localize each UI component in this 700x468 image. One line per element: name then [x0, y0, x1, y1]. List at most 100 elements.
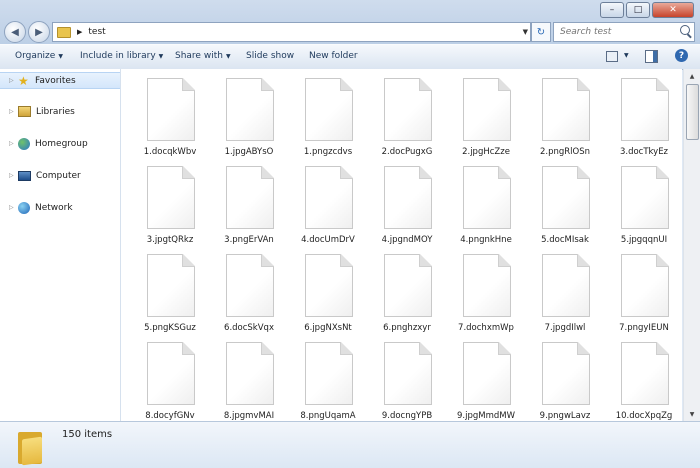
file-item[interactable]: 9.jpgMmdMW [442, 333, 520, 421]
sidebar-item-homegroup[interactable]: ▷ Homegroup [0, 136, 120, 151]
file-item[interactable]: 7.jpgdIlwl [521, 245, 599, 333]
file-item[interactable]: 6.jpgNXsNt [284, 245, 362, 333]
file-item[interactable]: 5.docMIsak [521, 157, 599, 245]
file-item[interactable]: 9.pngwLavz [521, 333, 599, 421]
file-item[interactable]: 3.docTkyEz [600, 69, 678, 157]
file-item[interactable]: 9.docngYPB [363, 333, 441, 421]
file-name: 2.pngRlOSn [539, 147, 591, 157]
file-name: 6.pnghzxyr [383, 323, 431, 333]
file-name: 6.docSkVqx [224, 323, 274, 333]
sidebar-item-label: Computer [36, 170, 81, 181]
sidebar-item-favorites[interactable]: ▷ ★ Favorites [0, 72, 120, 89]
page-fold-icon [419, 166, 432, 179]
organize-label: Organize [15, 51, 56, 61]
search-box[interactable] [553, 22, 695, 42]
page-fold-icon [182, 78, 195, 91]
file-name: 8.pngUqamA [300, 411, 356, 421]
file-item[interactable]: 2.docPugxG [363, 69, 441, 157]
sidebar-item-libraries[interactable]: ▷ Libraries [0, 104, 120, 119]
file-item[interactable]: 4.jpgndMOY [363, 157, 441, 245]
file-list: 1.docqkWbv 1.jpgABYsO 1.pngzcdvs 2.docPugxG… [121, 69, 682, 421]
address-dropdown-icon[interactable]: ▼ [523, 28, 528, 36]
page-fold-icon [656, 254, 669, 267]
breadcrumb-arrow-icon[interactable]: ▶ [77, 28, 82, 36]
scroll-thumb[interactable] [686, 84, 699, 140]
breadcrumb-test[interactable]: test [88, 27, 105, 37]
file-name: 3.docTkyEz [619, 147, 669, 157]
back-button[interactable]: ◀ [4, 21, 26, 43]
scroll-up-arrow-icon[interactable]: ▲ [684, 69, 700, 83]
file-item[interactable]: 8.jpgmvMAI [205, 333, 283, 421]
address-bar[interactable]: ▶ test ▼ [52, 22, 531, 42]
share-with-button[interactable]: Share with ▼ [175, 51, 231, 61]
file-name: 7.pngyIEUN [619, 323, 669, 333]
file-item[interactable]: 6.pnghzxyr [363, 245, 441, 333]
file-item[interactable]: 4.docUmDrV [284, 157, 362, 245]
slide-show-button[interactable]: Slide show [246, 51, 294, 61]
file-item[interactable]: 1.pngzcdvs [284, 69, 362, 157]
organize-button[interactable]: Organize ▼ [15, 51, 63, 61]
file-item[interactable]: 6.docSkVqx [205, 245, 283, 333]
file-name: 6.jpgNXsNt [304, 323, 352, 333]
sidebar-item-network[interactable]: ▷ Network [0, 200, 120, 215]
file-name: 5.docMIsak [541, 235, 589, 245]
refresh-button[interactable]: ↻ [531, 22, 551, 42]
file-name: 1.jpgABYsO [224, 147, 274, 157]
forward-button[interactable]: ▶ [28, 21, 50, 43]
page-fold-icon [498, 254, 511, 267]
file-item[interactable]: 7.dochxmWp [442, 245, 520, 333]
file-item[interactable]: 5.pngKSGuz [126, 245, 204, 333]
page-fold-icon [656, 342, 669, 355]
page-fold-icon [577, 342, 590, 355]
include-in-library-button[interactable]: Include in library ▼ [80, 51, 163, 61]
file-item[interactable]: 2.jpgHcZze [442, 69, 520, 157]
file-name: 2.jpgHcZze [462, 147, 510, 157]
change-view-icon[interactable] [606, 51, 618, 62]
help-icon[interactable]: ? [675, 49, 688, 62]
expand-arrow-icon[interactable]: ▷ [9, 204, 16, 211]
file-item[interactable]: 5.jpgqqnUI [600, 157, 678, 245]
page-fold-icon [577, 166, 590, 179]
file-item[interactable]: 2.pngRlOSn [521, 69, 599, 157]
expand-arrow-icon[interactable]: ▷ [9, 108, 16, 115]
scroll-down-arrow-icon[interactable]: ▼ [684, 407, 700, 421]
sidebar-item-computer[interactable]: ▷ Computer [0, 168, 120, 183]
chevron-down-icon[interactable]: ▼ [624, 52, 629, 59]
close-button[interactable]: ✕ [652, 2, 694, 18]
page-fold-icon [182, 166, 195, 179]
sidebar-item-label: Homegroup [35, 138, 88, 149]
file-name: 7.jpgdIlwl [544, 323, 586, 333]
minimize-button[interactable]: – [600, 2, 624, 18]
maximize-button[interactable]: □ [626, 2, 650, 18]
file-name: 4.jpgndMOY [381, 235, 433, 245]
new-folder-button[interactable]: New folder [309, 51, 358, 61]
file-item[interactable]: 8.pngUqamA [284, 333, 362, 421]
expand-arrow-icon[interactable]: ▷ [9, 140, 16, 147]
file-item[interactable]: 1.jpgABYsO [205, 69, 283, 157]
chevron-down-icon: ▼ [158, 53, 164, 60]
computer-icon [18, 170, 31, 181]
vertical-scrollbar[interactable]: ▲ ▼ [683, 69, 700, 421]
expand-arrow-icon[interactable]: ▷ [9, 77, 16, 84]
file-item[interactable]: 8.docyfGNv [126, 333, 204, 421]
file-item[interactable]: 4.pngnkHne [442, 157, 520, 245]
page-fold-icon [340, 166, 353, 179]
page-fold-icon [340, 254, 353, 267]
network-icon [18, 201, 30, 214]
file-item[interactable]: 3.jpgtQRkz [126, 157, 204, 245]
file-item[interactable]: 3.pngErVAn [205, 157, 283, 245]
search-input[interactable] [558, 26, 680, 38]
star-icon: ★ [18, 73, 29, 88]
file-name: 9.docngYPB [381, 411, 433, 421]
preview-pane-icon[interactable] [645, 50, 658, 63]
expand-arrow-icon[interactable]: ▷ [9, 172, 16, 179]
page-fold-icon [182, 254, 195, 267]
search-icon[interactable] [680, 25, 690, 35]
page-fold-icon [656, 166, 669, 179]
command-bar: Organize ▼ Include in library ▼ Share with… [0, 44, 700, 70]
chevron-down-icon: ▼ [58, 53, 63, 60]
page-fold-icon [498, 342, 511, 355]
file-item[interactable]: 1.docqkWbv [126, 69, 204, 157]
file-item[interactable]: 7.pngyIEUN [600, 245, 678, 333]
file-item[interactable]: 10.docXpqZg [600, 333, 678, 421]
